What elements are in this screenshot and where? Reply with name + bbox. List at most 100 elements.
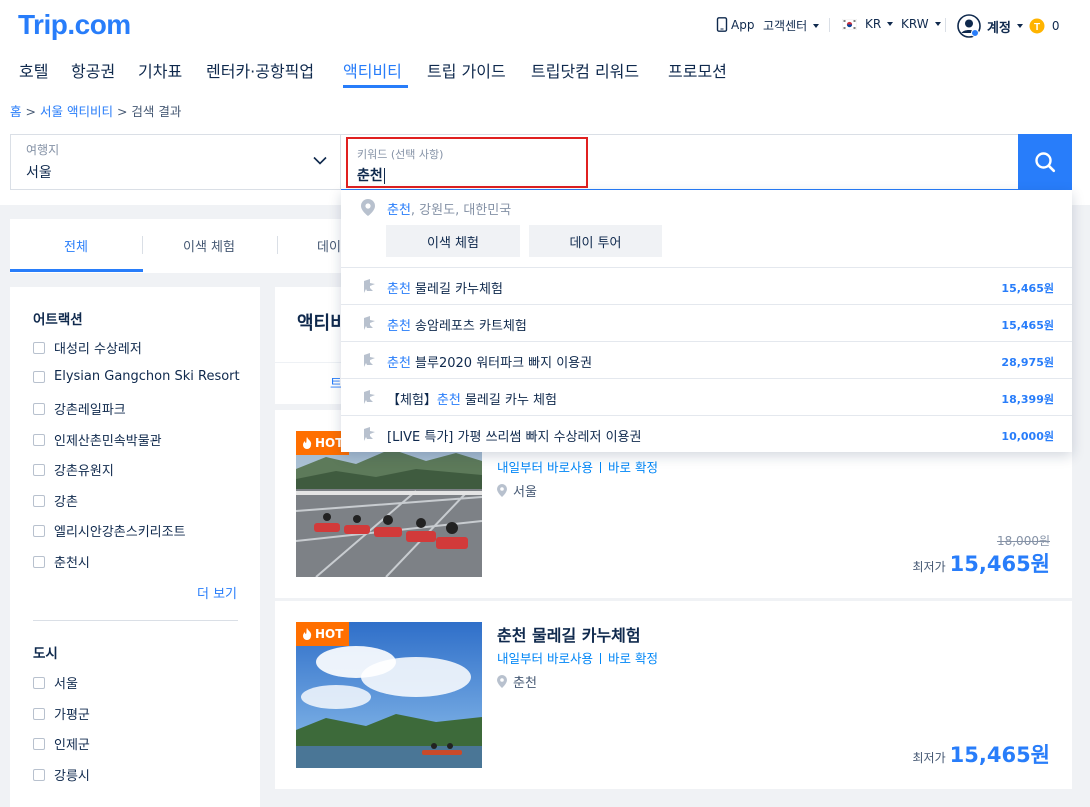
chip-day-tour[interactable]: 데이 투어: [529, 225, 662, 257]
user-avatar-icon: [957, 14, 981, 38]
category-tabs: 전체 이색 체험 데이: [10, 219, 350, 273]
filter-sidebar: 어트랙션 대성리 수상레저 Elysian Gangchon Ski Resor…: [10, 287, 260, 807]
checkbox[interactable]: [33, 370, 45, 383]
location-label: 춘천: [513, 676, 537, 691]
filter-attraction[interactable]: 인제산촌민속박물관: [33, 430, 243, 449]
breadcrumb-city[interactable]: 서울 액티비티: [40, 104, 113, 119]
checkbox[interactable]: [33, 494, 45, 507]
chevron-down-icon: [887, 22, 894, 26]
trip-logo[interactable]: Trip.com: [18, 9, 131, 41]
results-title: 액티비: [297, 313, 347, 334]
location-pin-icon: [497, 484, 507, 497]
breadcrumb-separator: >: [25, 104, 36, 119]
destination-select[interactable]: 여행지 서울: [10, 134, 341, 190]
breadcrumb: 홈 > 서울 액티비티 > 검색 결과: [10, 101, 181, 120]
tab-all[interactable]: 전체: [64, 236, 88, 255]
checkbox[interactable]: [33, 341, 45, 354]
location-pin-icon: [497, 675, 507, 688]
suggestion-price: 15,465원: [1001, 319, 1054, 332]
suggestion-item[interactable]: 춘천 송암레포츠 카트체험 15,465원: [341, 304, 1072, 341]
chip-unique-experience[interactable]: 이색 체험: [386, 225, 520, 257]
keyword-input[interactable]: 키워드 (선택 사항) 춘천: [346, 137, 588, 188]
account-menu[interactable]: 계정 T 0: [957, 14, 1060, 38]
checkbox[interactable]: [33, 433, 45, 446]
checkbox[interactable]: [33, 768, 45, 781]
nav-item-promotions[interactable]: 프로모션: [668, 58, 727, 82]
filter-city[interactable]: 인제군: [33, 734, 243, 753]
tab-unique-experience[interactable]: 이색 체험: [183, 236, 235, 255]
tag-instant-confirm: 바로 확정: [607, 651, 658, 666]
filter-attraction[interactable]: 강촌레일파크: [33, 399, 243, 418]
filter-attraction[interactable]: 강촌유원지: [33, 460, 243, 479]
tag-instant-use: 내일부터 바로사용: [497, 651, 593, 666]
activity-flag-icon: [364, 427, 375, 441]
divider: [599, 462, 601, 473]
nav-item-trip-guide[interactable]: 트립 가이드: [427, 58, 506, 82]
checkbox[interactable]: [33, 555, 45, 568]
divider: [142, 236, 143, 254]
korea-flag-icon: [842, 18, 857, 30]
activity-flag-icon: [364, 390, 375, 404]
filter-label: Elysian Gangchon Ski Resort ...: [54, 369, 243, 384]
match-highlight: 춘천: [387, 282, 411, 297]
filter-label: 강촌: [54, 495, 78, 510]
filter-label: 강릉시: [54, 769, 90, 784]
app-link[interactable]: App: [716, 17, 754, 32]
suggestion-label: 물레길 카누 체험: [460, 393, 557, 408]
tab-day-tour[interactable]: 데이: [317, 236, 341, 255]
breadcrumb-home[interactable]: 홈: [10, 104, 22, 119]
filter-label: 강촌레일파크: [54, 403, 126, 418]
filter-attraction[interactable]: 대성리 수상레저: [33, 338, 243, 357]
tag-instant-use: 내일부터 바로사용: [497, 460, 593, 475]
chevron-down-icon: [934, 22, 941, 26]
filter-attraction[interactable]: 엘리시안강촌스키리조트: [33, 521, 243, 540]
match-highlight: 춘천: [387, 356, 411, 371]
filter-city[interactable]: 가평군: [33, 704, 243, 723]
nav-item-trains[interactable]: 기차표: [138, 58, 182, 82]
filter-label: 엘리시안강촌스키리조트: [54, 525, 186, 540]
checkbox[interactable]: [33, 402, 45, 415]
activity-flag-icon: [364, 316, 375, 330]
activity-card[interactable]: HOT 춘천 물레길 카누체험 내일부터 바로사용 바로 확정 춘천 최저가 15,…: [275, 601, 1072, 789]
region-selector[interactable]: KR: [842, 17, 894, 31]
suggestion-item[interactable]: 【체험】춘천 물레길 카누 체험 18,399원: [341, 378, 1072, 415]
checkbox[interactable]: [33, 524, 45, 537]
filter-city[interactable]: 서울: [33, 673, 243, 692]
checkbox[interactable]: [33, 676, 45, 689]
chevron-down-icon: [313, 156, 327, 165]
checkbox[interactable]: [33, 707, 45, 720]
filter-attraction[interactable]: 강촌: [33, 491, 243, 510]
original-price: 18,000원: [996, 534, 1050, 548]
currency-selector[interactable]: KRW: [901, 17, 941, 31]
suggestion-item[interactable]: 춘천 물레길 카누체험 15,465원: [341, 267, 1072, 304]
suggestion-item[interactable]: [LIVE 특가] 가평 쓰리썸 빠지 수상레저 이용권 10,000원: [341, 415, 1072, 452]
attractions-title: 어트랙션: [33, 312, 83, 328]
nav-item-car-rental[interactable]: 렌터카·공항픽업: [206, 58, 314, 82]
nav-active-indicator: [343, 85, 408, 88]
filter-city[interactable]: 강릉시: [33, 765, 243, 784]
suggestion-item[interactable]: 춘천 블루2020 워터파크 빠지 이용권 28,975원: [341, 341, 1072, 378]
flame-icon: [303, 628, 312, 640]
activity-image-canoe[interactable]: HOT: [296, 622, 482, 768]
nav-item-rewards[interactable]: 트립닷컴 리워드: [531, 58, 639, 82]
checkbox[interactable]: [33, 463, 45, 476]
filter-label: 서울: [54, 677, 78, 692]
nav-item-hotel[interactable]: 호텔: [19, 58, 48, 82]
breadcrumb-separator: >: [116, 104, 128, 119]
nav-item-flights[interactable]: 항공권: [71, 58, 115, 82]
nav-item-activities[interactable]: 액티비티: [343, 58, 402, 82]
customer-center-menu[interactable]: 고객센터: [763, 17, 820, 34]
suggestion-location[interactable]: 춘천, 강원도, 대한민국: [387, 199, 511, 218]
card-price: 최저가 15,465원: [913, 548, 1050, 578]
hot-badge-label: HOT: [315, 436, 344, 450]
show-more-link[interactable]: 더 보기: [197, 583, 237, 602]
checkbox[interactable]: [33, 737, 45, 750]
card-title[interactable]: 춘천 물레길 카누체험: [497, 622, 641, 646]
activity-image-go-kart[interactable]: HOT: [296, 431, 482, 577]
filter-attraction[interactable]: Elysian Gangchon Ski Resort ...: [33, 369, 243, 384]
match-highlight: 춘천: [436, 393, 461, 408]
filter-attraction[interactable]: 춘천시: [33, 552, 243, 571]
destination-value: 서울: [26, 165, 52, 181]
search-button[interactable]: [1018, 134, 1072, 190]
currency-label: KRW: [901, 17, 929, 31]
